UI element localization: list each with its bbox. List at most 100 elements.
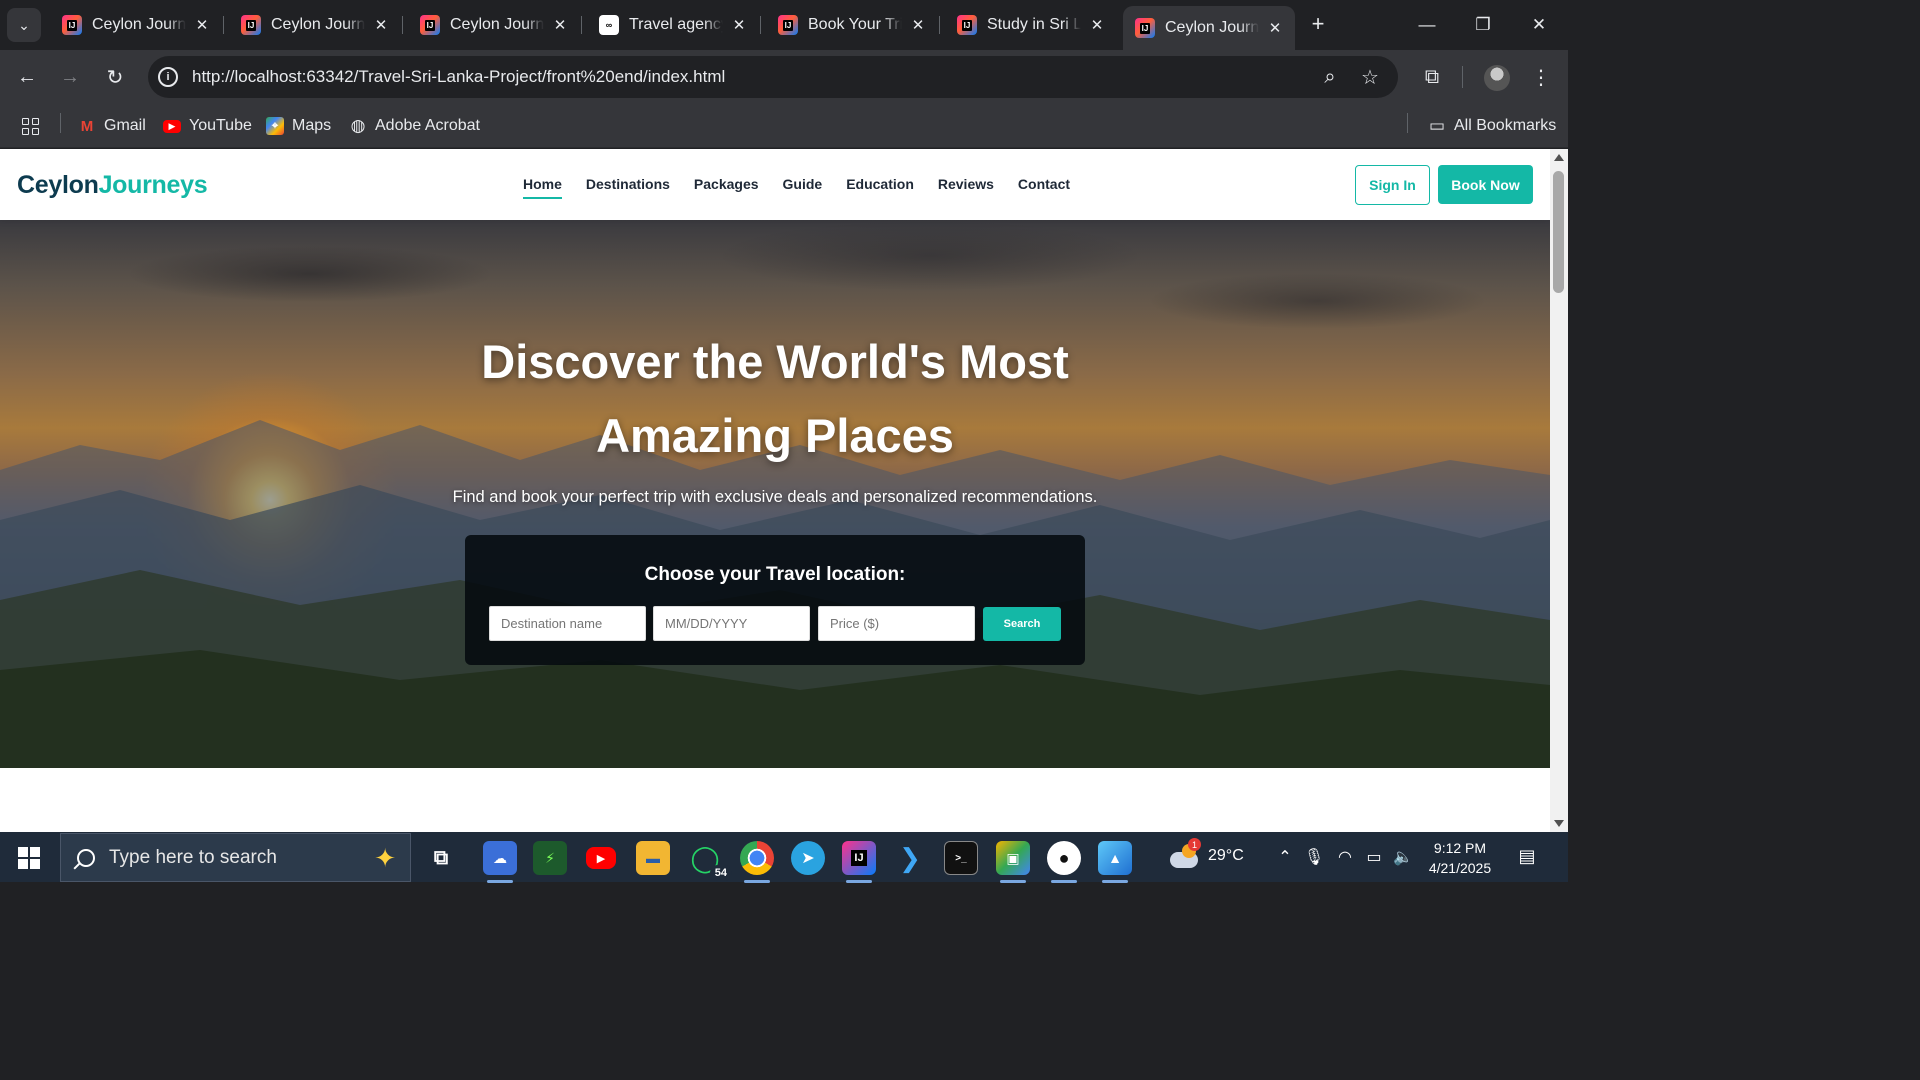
bookmarks-divider: [1407, 113, 1408, 133]
toolbar-divider: [1462, 66, 1463, 88]
bookmark-youtube[interactable]: ▶ YouTube: [163, 113, 252, 139]
browser-tabstrip: ⌄ Ceylon Journeys ✕ Ceylon Journeys ✕ Ce…: [0, 0, 1568, 50]
folder-icon: ▭: [1428, 116, 1446, 135]
logo-part-ceylon: Ceylon: [17, 171, 99, 199]
back-button[interactable]: ←: [12, 62, 42, 92]
cloud-app-icon[interactable]: ☁: [483, 841, 517, 883]
intellij-icon[interactable]: IJ: [842, 841, 876, 883]
book-now-button[interactable]: Book Now: [1438, 165, 1533, 204]
sign-in-button[interactable]: Sign In: [1355, 165, 1430, 205]
scroll-up-icon[interactable]: [1554, 154, 1564, 161]
browser-menu-button[interactable]: ⋮: [1526, 62, 1556, 92]
nav-link-destinations[interactable]: Destinations: [586, 176, 670, 199]
gmail-icon: M: [80, 117, 94, 135]
browser-tab-active[interactable]: Ceylon Journeys ✕: [1123, 6, 1295, 50]
whatsapp-badge: 54: [709, 865, 732, 881]
close-icon[interactable]: ✕: [729, 15, 749, 35]
close-icon[interactable]: ✕: [550, 15, 570, 35]
apps-button[interactable]: [22, 113, 39, 139]
site-logo[interactable]: CeylonJourneys: [17, 171, 208, 200]
price-input[interactable]: [818, 606, 975, 641]
browser-tab[interactable]: Ceylon Journeys ✕: [50, 8, 222, 42]
nav-link-guide[interactable]: Guide: [783, 176, 823, 199]
weather-widget[interactable]: 1 29°C: [1168, 838, 1244, 870]
tab-search-button[interactable]: ⌄: [7, 8, 41, 42]
intellij-icon: [1135, 18, 1155, 38]
close-icon[interactable]: ✕: [1087, 15, 1107, 35]
terminal-app-icon[interactable]: ⚡: [533, 841, 567, 875]
close-icon[interactable]: ✕: [1265, 18, 1285, 38]
browser-tab[interactable]: Book Your Trip ✕: [766, 8, 938, 42]
windows-start-button[interactable]: [18, 847, 40, 869]
page-scrollbar[interactable]: [1550, 149, 1568, 832]
browser-tab[interactable]: Ceylon Journeys ✕: [408, 8, 580, 42]
scroll-down-icon[interactable]: [1554, 820, 1564, 827]
whatsapp-icon[interactable]: ◯ 54: [688, 841, 732, 881]
tab-title: Ceylon Journeys: [92, 16, 186, 33]
files-app-icon[interactable]: ▣: [996, 841, 1030, 883]
chevron-up-icon[interactable]: ⌃: [1274, 846, 1296, 868]
new-tab-button[interactable]: +: [1304, 10, 1332, 38]
tab-divider: [223, 16, 224, 34]
task-view-icon[interactable]: ⧉: [424, 841, 458, 875]
taskbar-clock[interactable]: 9:12 PM 4/21/2025: [1418, 838, 1502, 878]
cmd-icon[interactable]: >_: [944, 841, 978, 875]
browser-tab[interactable]: Study in Sri Lanka ✕: [945, 8, 1117, 42]
reload-button[interactable]: ↻: [100, 62, 130, 92]
battery-icon[interactable]: ▭: [1363, 846, 1385, 868]
minimize-button[interactable]: —: [1407, 8, 1447, 42]
search-icon: [77, 848, 95, 867]
web-icon: ∞: [599, 15, 619, 35]
date-input[interactable]: [653, 606, 810, 641]
site-info-icon[interactable]: i: [158, 67, 178, 87]
profile-avatar[interactable]: [1484, 65, 1510, 91]
youtube-app-icon[interactable]: ▶: [584, 841, 618, 875]
address-bar[interactable]: i http://localhost:63342/Travel-Sri-Lank…: [148, 56, 1398, 98]
bookmark-maps[interactable]: ⌖ Maps: [266, 113, 331, 139]
file-explorer-icon[interactable]: ▬: [636, 841, 670, 875]
bookmarks-bar: M Gmail ▶ YouTube ⌖ Maps ◍ Adobe Acrobat…: [0, 104, 1568, 148]
taskbar-search-box[interactable]: Type here to search ✦: [60, 833, 411, 882]
nav-link-packages[interactable]: Packages: [694, 176, 759, 199]
tab-title: Book Your Trip: [808, 16, 902, 33]
bookmark-adobe-acrobat[interactable]: ◍ Adobe Acrobat: [349, 113, 480, 139]
github-icon[interactable]: ●: [1047, 841, 1081, 883]
more-vert-icon: ⋮: [1531, 66, 1551, 89]
address-url[interactable]: http://localhost:63342/Travel-Sri-Lanka-…: [192, 67, 725, 87]
intellij-icon: [420, 15, 440, 35]
close-window-button[interactable]: ✕: [1519, 8, 1559, 42]
restore-button[interactable]: ❐: [1463, 8, 1503, 42]
site-header: CeylonJourneys Home Destinations Package…: [0, 149, 1550, 220]
bookmark-label: YouTube: [189, 117, 252, 134]
nav-link-contact[interactable]: Contact: [1018, 176, 1070, 199]
browser-tab[interactable]: Ceylon Journeys ✕: [229, 8, 401, 42]
wifi-icon[interactable]: ◠: [1334, 846, 1356, 868]
search-button[interactable]: Search: [983, 607, 1061, 641]
bookmarks-divider: [60, 113, 61, 133]
microphone-icon[interactable]: 🎙: [1303, 846, 1325, 868]
nav-link-education[interactable]: Education: [846, 176, 914, 199]
browser-tab[interactable]: ∞ Travel agency ✕: [587, 8, 759, 42]
volume-icon[interactable]: 🔈: [1392, 846, 1414, 868]
vscode-icon[interactable]: ❯: [893, 841, 927, 875]
forward-button[interactable]: →: [55, 62, 85, 92]
notification-icon[interactable]: ▤: [1516, 845, 1538, 867]
search-panel-title: Choose your Travel location:: [644, 564, 906, 585]
close-icon[interactable]: ✕: [192, 15, 212, 35]
zoom-icon[interactable]: ⌕: [1318, 65, 1342, 89]
close-icon[interactable]: ✕: [908, 15, 928, 35]
nav-link-reviews[interactable]: Reviews: [938, 176, 994, 199]
close-icon[interactable]: ✕: [371, 15, 391, 35]
bookmark-star-icon[interactable]: ☆: [1358, 65, 1382, 89]
nav-link-home[interactable]: Home: [523, 176, 562, 199]
travel-search-panel: Choose your Travel location: Search: [465, 535, 1085, 665]
telegram-icon[interactable]: ➤: [791, 841, 825, 875]
bookmark-gmail[interactable]: M Gmail: [78, 113, 146, 139]
destination-input[interactable]: [489, 606, 646, 641]
chrome-icon[interactable]: [740, 841, 774, 883]
all-bookmarks-folder[interactable]: ▭ All Bookmarks: [1428, 113, 1556, 139]
scrollbar-thumb[interactable]: [1553, 171, 1564, 293]
extensions-button[interactable]: ⧉: [1417, 62, 1447, 92]
photos-icon[interactable]: ▲: [1098, 841, 1132, 883]
tab-title: Study in Sri Lanka: [987, 16, 1081, 33]
